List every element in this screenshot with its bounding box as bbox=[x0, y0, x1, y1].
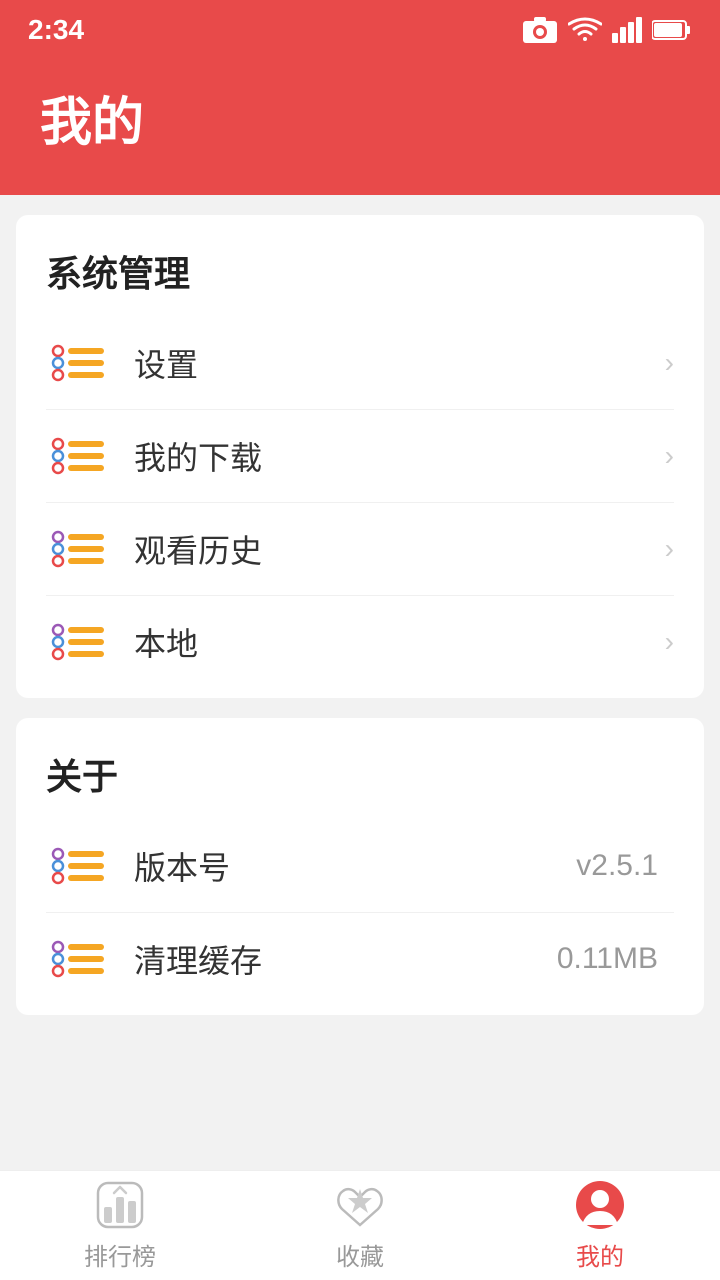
downloads-chevron: › bbox=[665, 440, 674, 472]
settings-icon bbox=[46, 339, 110, 387]
ranking-icon bbox=[94, 1179, 146, 1231]
nav-ranking[interactable]: 排行榜 bbox=[40, 1179, 200, 1272]
history-chevron: › bbox=[665, 533, 674, 565]
cache-item[interactable]: 清理缓存 0.11MB bbox=[46, 913, 674, 1005]
settings-chevron: › bbox=[665, 347, 674, 379]
version-item: 版本号 v2.5.1 bbox=[46, 820, 674, 913]
history-icon bbox=[46, 525, 110, 573]
version-label: 版本号 bbox=[134, 843, 576, 889]
about-section: 关于 版本号 v2.5.1 清理缓存 bbox=[16, 718, 704, 1015]
favorites-icon bbox=[334, 1179, 386, 1231]
local-chevron: › bbox=[665, 626, 674, 658]
cache-icon bbox=[46, 935, 110, 983]
settings-item[interactable]: 设置 › bbox=[46, 317, 674, 410]
cache-label: 清理缓存 bbox=[134, 936, 557, 982]
downloads-label: 我的下载 bbox=[134, 433, 665, 479]
page-title: 我的 bbox=[40, 80, 680, 155]
battery-icon bbox=[652, 19, 692, 41]
mine-icon bbox=[574, 1179, 626, 1231]
nav-ranking-label: 排行榜 bbox=[84, 1237, 156, 1272]
history-label: 观看历史 bbox=[134, 526, 665, 572]
nav-mine-label: 我的 bbox=[576, 1237, 624, 1272]
status-bar: 2:34 bbox=[0, 0, 720, 60]
nav-mine[interactable]: 我的 bbox=[520, 1179, 680, 1272]
photo-icon bbox=[522, 16, 558, 44]
nav-favorites[interactable]: 收藏 bbox=[280, 1179, 440, 1272]
cache-value: 0.11MB bbox=[557, 942, 658, 976]
about-section-title: 关于 bbox=[46, 748, 674, 800]
system-section-title: 系统管理 bbox=[46, 245, 674, 297]
wifi-icon bbox=[568, 17, 602, 43]
local-item[interactable]: 本地 › bbox=[46, 596, 674, 688]
status-icons bbox=[522, 16, 692, 44]
nav-favorites-label: 收藏 bbox=[336, 1237, 384, 1272]
local-icon bbox=[46, 618, 110, 666]
local-label: 本地 bbox=[134, 619, 665, 665]
version-icon bbox=[46, 842, 110, 890]
main-content: 系统管理 设置 › 我的下载 bbox=[0, 195, 720, 1170]
settings-label: 设置 bbox=[134, 340, 665, 386]
downloads-item[interactable]: 我的下载 › bbox=[46, 410, 674, 503]
header: 我的 bbox=[0, 60, 720, 195]
version-value: v2.5.1 bbox=[576, 849, 658, 883]
system-section: 系统管理 设置 › 我的下载 bbox=[16, 215, 704, 698]
bottom-nav: 排行榜 收藏 我的 bbox=[0, 1170, 720, 1280]
downloads-icon bbox=[46, 432, 110, 480]
status-time: 2:34 bbox=[28, 14, 84, 46]
signal-icon bbox=[612, 17, 642, 43]
history-item[interactable]: 观看历史 › bbox=[46, 503, 674, 596]
